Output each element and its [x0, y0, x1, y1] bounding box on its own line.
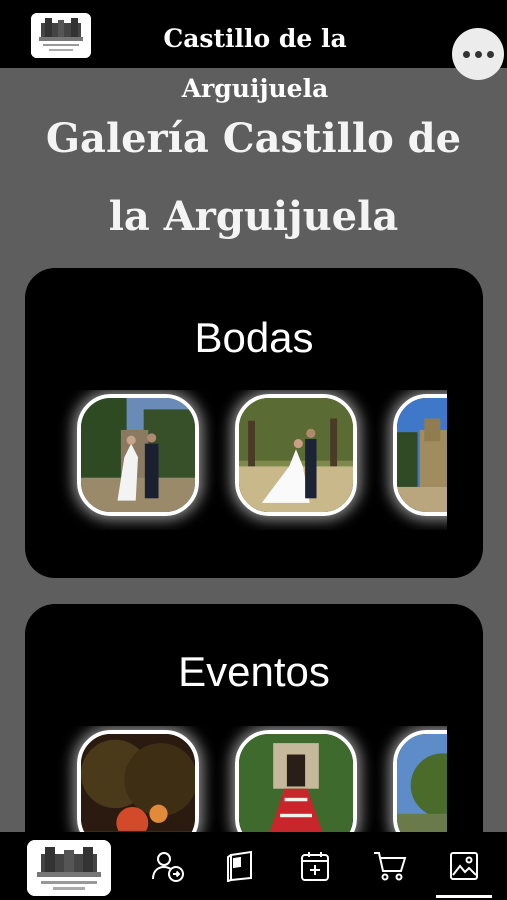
gallery-title: Eventos: [178, 648, 330, 695]
gallery-card-bodas: Bodas: [25, 268, 483, 578]
dot: [462, 50, 470, 58]
event-photo-2[interactable]: [235, 730, 357, 844]
calendar-add-icon[interactable]: [297, 848, 333, 884]
page-title: Galería Castillo de la Arguijuela: [45, 115, 462, 240]
cart-icon[interactable]: [372, 848, 408, 884]
gallery-icon[interactable]: [446, 848, 482, 884]
gallery-card-eventos: Eventos: [25, 604, 483, 844]
app-title: Castillo de la Arguijuela: [163, 24, 347, 103]
wedding-photo-2[interactable]: [235, 394, 357, 516]
more-dots-icon[interactable]: [452, 28, 504, 80]
active-tab-indicator: [436, 895, 492, 898]
photo-strip[interactable]: [25, 390, 447, 530]
bottom-nav: [0, 832, 507, 900]
dot: [474, 50, 482, 58]
wedding-photo-1[interactable]: [77, 394, 199, 516]
book-icon[interactable]: [222, 848, 258, 884]
photo-strip[interactable]: [25, 726, 447, 844]
wedding-photo-3[interactable]: [393, 394, 447, 516]
user-share-icon[interactable]: [150, 848, 186, 884]
event-photo-1[interactable]: [77, 730, 199, 844]
castle-logo-icon[interactable]: [27, 840, 111, 896]
castle-logo-icon[interactable]: [31, 13, 91, 58]
dot: [486, 50, 494, 58]
event-photo-3[interactable]: [393, 730, 447, 844]
top-bar: Castillo de la Arguijuela: [0, 0, 507, 103]
gallery-title: Bodas: [194, 314, 314, 361]
